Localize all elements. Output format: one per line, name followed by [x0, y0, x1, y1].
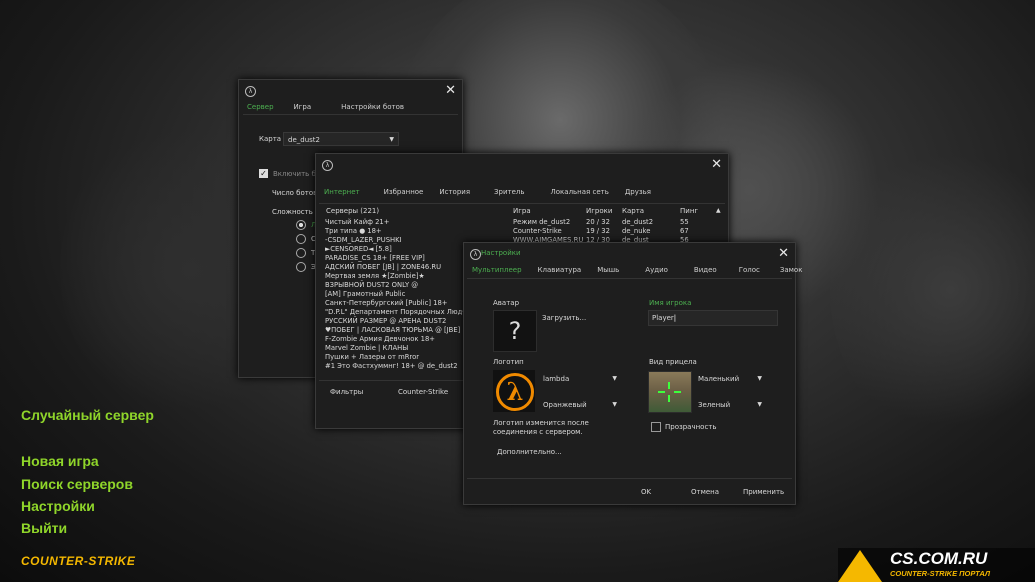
tab-friends[interactable]: Друзья [617, 185, 659, 199]
crosshair-size-select[interactable]: Маленький ▼ [694, 372, 766, 386]
menu-quit[interactable]: Выйти [21, 520, 67, 536]
logo-note: Логотип изменится после соединения с сер… [493, 419, 589, 436]
cell-game: Режим de_dust2 [513, 218, 571, 226]
scroll-up-icon[interactable]: ▲ [716, 207, 721, 214]
map-value: de_dust2 [288, 136, 320, 144]
bots-count-label: Число ботов [272, 189, 318, 197]
menu-new-game[interactable]: Новая игра [21, 453, 99, 469]
counter-strike-logo: COUNTER-STRIKE [21, 554, 136, 568]
menu-find-servers[interactable]: Поиск серверов [21, 476, 133, 492]
chevron-down-icon: ▼ [757, 401, 762, 408]
watermark-site: CS.COM.RU [890, 549, 988, 568]
cell-game: Counter-Strike [513, 227, 562, 235]
tab-multiplayer[interactable]: Мультиплеер [464, 263, 530, 277]
player-name-input[interactable]: Player| [648, 310, 778, 326]
tab-game[interactable]: Игра [286, 100, 320, 114]
advanced-button[interactable]: Дополнительно... [497, 448, 562, 456]
logo-color-value: Оранжевый [543, 401, 587, 409]
column-header-game[interactable]: Игра [513, 207, 531, 215]
cancel-button[interactable]: Отмена [691, 488, 719, 496]
apply-button[interactable]: Применить [743, 488, 784, 496]
difficulty-label: Сложность [272, 208, 313, 216]
map-select[interactable]: de_dust2 ▼ [283, 132, 399, 146]
tab-favorites[interactable]: Избранное [376, 185, 432, 199]
crosshair-color-value: Зеленый [698, 401, 731, 409]
avatar-placeholder[interactable]: ? [493, 310, 537, 352]
tab-audio[interactable]: Аудио [637, 263, 676, 277]
cell-ping: 67 [680, 227, 689, 235]
column-header-map[interactable]: Карта [622, 207, 644, 215]
logo-color-select[interactable]: Оранжевый ▼ [539, 398, 621, 412]
list-item[interactable]: Три типа ● 18+ [325, 227, 515, 236]
tab-spectate[interactable]: Зритель [486, 185, 532, 199]
column-header-servers[interactable]: Серверы (221) [326, 207, 379, 215]
player-name-value: Player [652, 314, 674, 322]
settings-window: λ Настройки ✕ Мультиплеер Клавиатура Мыш… [463, 242, 802, 505]
tab-history[interactable]: История [431, 185, 478, 199]
bots-checkbox[interactable]: ✓ [259, 169, 268, 178]
tab-lock[interactable]: Замок [772, 263, 811, 277]
half-life-logo-icon: λ [245, 86, 256, 97]
cell-players: 19 / 32 [586, 227, 610, 235]
cell-map: de_dust2 [622, 218, 654, 226]
logo-select[interactable]: lambda ▼ [539, 372, 621, 386]
filters-button[interactable]: Фильтры [330, 388, 363, 396]
cell-map: de_nuke [622, 227, 651, 235]
table-row[interactable]: Режим de_dust2 20 / 32 de_dust2 55 [513, 218, 713, 227]
chevron-down-icon: ▼ [389, 136, 394, 143]
crosshair-size-value: Маленький [698, 375, 740, 383]
watermark: CS.COM.RU COUNTER-STRIKE ПОРТАЛ [838, 548, 1035, 582]
close-icon[interactable]: ✕ [445, 83, 456, 98]
table-row[interactable]: Counter-Strike 19 / 32 de_nuke 67 [513, 227, 713, 236]
cell-ping: 55 [680, 218, 689, 226]
logo-select-value: lambda [543, 375, 570, 383]
difficulty-radio-expert[interactable] [296, 262, 306, 272]
chevron-down-icon: ▼ [612, 401, 617, 408]
tab-internet[interactable]: Интернет [316, 185, 368, 199]
watermark-caption: COUNTER-STRIKE ПОРТАЛ [890, 569, 991, 578]
upload-button[interactable]: Загрузить... [542, 314, 586, 322]
chevron-down-icon: ▼ [612, 375, 617, 382]
column-header-players[interactable]: Игроки [586, 207, 612, 215]
map-label: Карта [259, 135, 282, 143]
list-item[interactable]: Чистый Кайф 21+ [325, 218, 515, 227]
tab-voice[interactable]: Голос [731, 263, 768, 277]
tab-keyboard[interactable]: Клавиатура [530, 263, 590, 277]
server-detail-rows: Режим de_dust2 20 / 32 de_dust2 55 Count… [513, 218, 713, 245]
player-name-label: Имя игрока [649, 299, 692, 307]
crosshair-preview [648, 371, 692, 413]
crosshair-color-select[interactable]: Зеленый ▼ [694, 398, 766, 412]
transparency-label: Прозрачность [665, 423, 717, 431]
column-header-ping[interactable]: Пинг [680, 207, 698, 215]
close-icon[interactable]: ✕ [711, 157, 722, 172]
crosshair-label: Вид прицела [649, 358, 697, 366]
half-life-logo-icon: λ [322, 160, 333, 171]
menu-settings[interactable]: Настройки [21, 498, 95, 514]
chevron-down-icon: ▼ [757, 375, 762, 382]
lambda-logo-icon: λ [493, 370, 535, 412]
tab-mouse[interactable]: Мышь [589, 263, 627, 277]
tab-bot-settings[interactable]: Настройки ботов [333, 100, 412, 114]
ok-button[interactable]: OK [641, 488, 651, 496]
half-life-logo-icon: λ [470, 249, 481, 260]
tab-video[interactable]: Видео [686, 263, 725, 277]
difficulty-radio-easy[interactable] [296, 220, 306, 230]
logo-label: Логотип [493, 358, 524, 366]
tab-server[interactable]: Сервер [239, 100, 282, 114]
cell-players: 20 / 32 [586, 218, 610, 226]
menu-random-server[interactable]: Случайный сервер [21, 407, 154, 423]
difficulty-radio-hard[interactable] [296, 248, 306, 258]
transparency-checkbox[interactable] [651, 422, 661, 432]
difficulty-radio-normal[interactable] [296, 234, 306, 244]
avatar-label: Аватар [493, 299, 520, 307]
game-filter-select[interactable]: Counter-Strike [398, 388, 448, 396]
window-title: Настройки [481, 249, 521, 257]
close-icon[interactable]: ✕ [778, 246, 789, 261]
watermark-soldier-icon [838, 550, 882, 582]
tab-lan[interactable]: Локальная сеть [543, 185, 617, 199]
